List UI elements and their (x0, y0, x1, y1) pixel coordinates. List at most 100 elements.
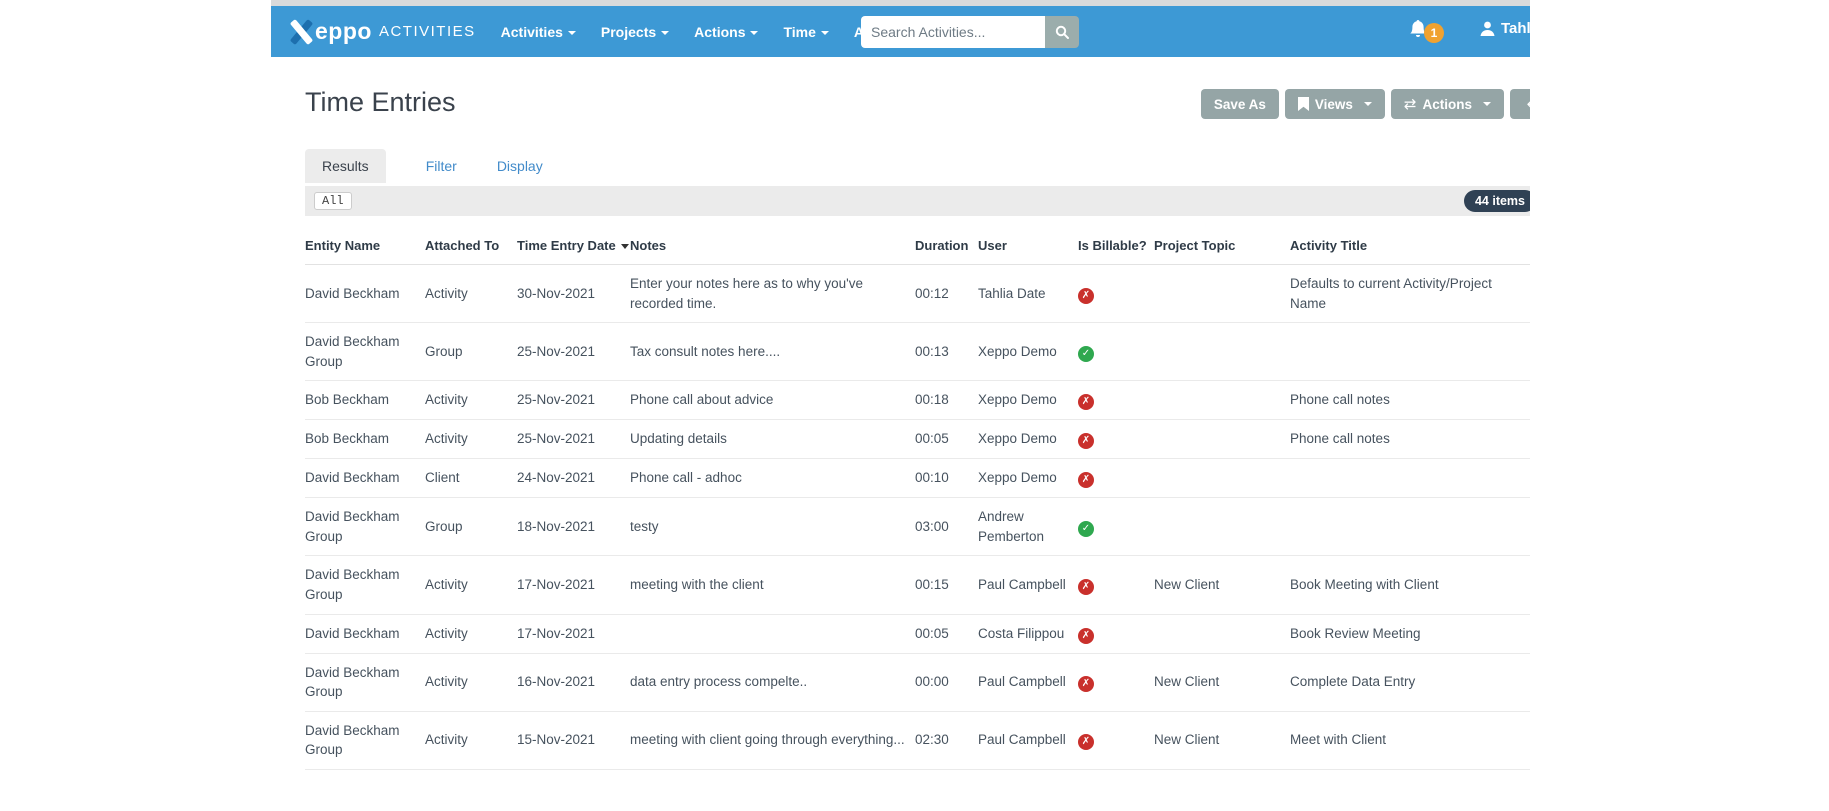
cell-date: 18-Nov-2021 (517, 497, 630, 557)
column-header-duration[interactable]: Duration (915, 226, 978, 265)
cell-date: 15-Nov-2021 (517, 711, 630, 770)
billable-no-icon: ✗ (1078, 734, 1094, 751)
cell-project-topic (1154, 322, 1290, 382)
cell-duration: 00:18 (915, 380, 978, 421)
search-icon (1055, 25, 1069, 39)
search-group (861, 16, 1079, 48)
column-header-attached-to[interactable]: Attached To (425, 226, 517, 265)
caret-down-icon (567, 30, 576, 35)
column-header-time-entry-date[interactable]: Time Entry Date (517, 226, 630, 265)
table-row[interactable]: David Beckham Group Activity 15-Nov-2021 me… (305, 711, 1530, 770)
brand-logo[interactable]: eppo ACTIVITIES (289, 18, 476, 45)
page-header: Time Entries Save As Views ⇄ Actions (305, 87, 1530, 127)
cell-entity: David Beckham Group (305, 555, 425, 615)
search-button[interactable] (1045, 16, 1079, 48)
cell-attached-to: Group (425, 322, 517, 382)
cell-date: 25-Nov-2021 (517, 419, 630, 460)
caret-down-icon (1483, 102, 1491, 106)
cell-activity-title: Phone call notes (1290, 380, 1530, 421)
cell-notes: Phone call about advice (630, 380, 915, 421)
filter-chip-all[interactable]: All (314, 192, 352, 210)
tabs: Results Filter Display (305, 149, 1530, 183)
cell-billable: ✓ (1078, 497, 1154, 557)
notifications-button[interactable]: 1 (1409, 19, 1444, 43)
cell-attached-to: Activity (425, 419, 517, 460)
views-button[interactable]: Views (1284, 89, 1385, 119)
cell-user: Xeppo Demo (978, 419, 1078, 460)
cell-activity-title (1290, 497, 1530, 557)
tab-display[interactable]: Display (497, 158, 543, 174)
cell-notes: Phone call - adhoc (630, 458, 915, 499)
cell-user: Tahlia Date (978, 264, 1078, 324)
app-window: eppo ACTIVITIES Activities Projects Action… (271, 0, 1530, 811)
cell-notes: Updating details (630, 419, 915, 460)
cell-attached-to: Activity (425, 555, 517, 615)
cell-project-topic (1154, 419, 1290, 460)
table-row[interactable]: Bob Beckham Activity 25-Nov-2021 Phone call… (305, 380, 1530, 421)
cell-billable: ✓ (1078, 322, 1154, 382)
navbar: eppo ACTIVITIES Activities Projects Action… (271, 6, 1530, 57)
billable-yes-icon: ✓ (1078, 520, 1094, 537)
tab-results[interactable]: Results (305, 149, 386, 183)
cell-activity-title (1290, 458, 1530, 499)
cell-project-topic: New Client (1154, 555, 1290, 615)
cell-billable: ✗ (1078, 380, 1154, 421)
collapse-button[interactable]: ← (1510, 89, 1530, 119)
column-header-activity-title[interactable]: Activity Title (1290, 226, 1530, 265)
actions-button[interactable]: ⇄ Actions (1390, 89, 1504, 119)
column-header-user[interactable]: User (978, 226, 1078, 265)
billable-yes-icon: ✓ (1078, 345, 1094, 362)
cell-date: 16-Nov-2021 (517, 653, 630, 712)
nav-item-time[interactable]: Time (783, 24, 829, 40)
sort-desc-caret-icon (620, 244, 629, 250)
cell-duration: 00:05 (915, 419, 978, 460)
cell-date: 25-Nov-2021 (517, 322, 630, 382)
cell-duration: 00:12 (915, 264, 978, 324)
cell-notes: meeting with client going through everyt… (630, 711, 915, 770)
cell-duration: 02:30 (915, 711, 978, 770)
column-header-project-topic[interactable]: Project Topic (1154, 226, 1290, 265)
column-header-entity-name[interactable]: Entity Name (305, 226, 425, 265)
cell-notes: data entry process compelte.. (630, 653, 915, 712)
caret-down-icon (1363, 102, 1372, 106)
save-as-button[interactable]: Save As (1200, 89, 1279, 119)
nav-item-projects[interactable]: Projects (601, 24, 670, 40)
views-label: Views (1314, 96, 1353, 112)
column-header-notes[interactable]: Notes (630, 226, 915, 265)
table-row[interactable]: David Beckham Group Activity 17-Nov-2021 me… (305, 555, 1530, 615)
table-row[interactable]: Bob Beckham Activity 25-Nov-2021 Updating d… (305, 419, 1530, 460)
search-input[interactable] (861, 16, 1045, 48)
table-row[interactable]: David Beckham Client 24-Nov-2021 Phone call… (305, 458, 1530, 499)
cell-activity-title: Book Review Meeting (1290, 614, 1530, 654)
cell-entity: Bob Beckham (305, 419, 425, 460)
tab-filter[interactable]: Filter (426, 158, 457, 174)
cell-project-topic: New Client (1154, 711, 1290, 770)
cell-activity-title: Phone call notes (1290, 419, 1530, 460)
items-count-badge: 44 items (1463, 190, 1530, 212)
arrow-left-icon: ← (1527, 95, 1530, 113)
cell-user: Paul Campbell (978, 653, 1078, 712)
cell-attached-to: Activity (425, 264, 517, 324)
cell-entity: David Beckham (305, 458, 425, 499)
notification-count-badge: 1 (1424, 23, 1444, 43)
table-row[interactable]: David Beckham Group Activity 16-Nov-2021 da… (305, 653, 1530, 712)
nav-item-activities[interactable]: Activities (501, 24, 576, 40)
user-name: Tahlia (1501, 20, 1530, 37)
cell-billable: ✗ (1078, 555, 1154, 615)
toolbar: Save As Views ⇄ Actions ← (1200, 89, 1530, 119)
nav-item-actions[interactable]: Actions (694, 24, 759, 40)
table-row[interactable]: David Beckham Group Group 25-Nov-2021 Tax c… (305, 322, 1530, 382)
cell-duration: 00:13 (915, 322, 978, 382)
billable-no-icon: ✗ (1078, 433, 1094, 450)
table-header-row: Entity Name Attached To Time Entry Date Not… (305, 226, 1530, 265)
user-menu[interactable]: Tahlia (1479, 20, 1530, 37)
brand-name: eppo (315, 18, 372, 44)
column-header-is-billable[interactable]: Is Billable? (1078, 226, 1154, 265)
cell-project-topic (1154, 497, 1290, 557)
table-row[interactable]: David Beckham Activity 30-Nov-2021 Enter yo… (305, 264, 1530, 324)
cell-user: Costa Filippou (978, 614, 1078, 654)
cell-attached-to: Activity (425, 711, 517, 770)
table-row[interactable]: David Beckham Activity 17-Nov-2021 00:05 Cos… (305, 614, 1530, 654)
table-row[interactable]: David Beckham Group Group 18-Nov-2021 testy… (305, 497, 1530, 557)
cell-date: 17-Nov-2021 (517, 614, 630, 654)
